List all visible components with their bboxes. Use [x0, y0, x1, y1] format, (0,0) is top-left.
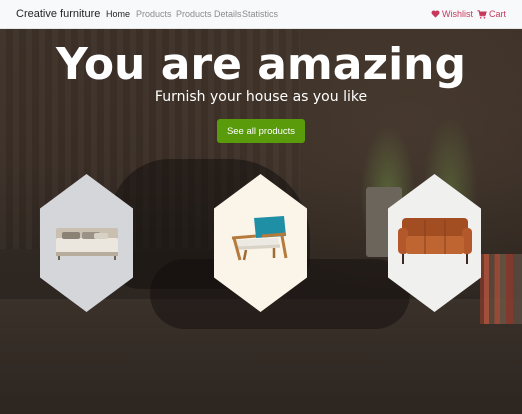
bed-image — [56, 228, 118, 260]
brand-link[interactable]: Creative furniture — [16, 8, 100, 20]
top-navbar: Creative furniture Home Products Product… — [0, 0, 522, 29]
heart-icon — [431, 10, 440, 18]
nav-products-details[interactable]: Products Details — [176, 9, 242, 19]
nav-products[interactable]: Products — [136, 9, 172, 19]
nav-home[interactable]: Home — [106, 9, 130, 19]
hero-subtitle: Furnish your house as you like — [154, 89, 368, 105]
sofa-image — [398, 218, 472, 264]
background-bookshelf — [480, 254, 522, 324]
wishlist-label: Wishlist — [442, 9, 473, 19]
wishlist-link[interactable]: Wishlist — [431, 9, 473, 19]
cart-icon — [477, 9, 487, 19]
cart-label: Cart — [489, 9, 507, 19]
cart-link[interactable]: Cart — [477, 9, 506, 19]
armchair-image — [231, 216, 288, 261]
see-all-products-button[interactable]: See all products — [217, 119, 305, 143]
nav-statistics[interactable]: Statistics — [242, 9, 278, 19]
hero-title: You are amazing — [56, 39, 466, 90]
